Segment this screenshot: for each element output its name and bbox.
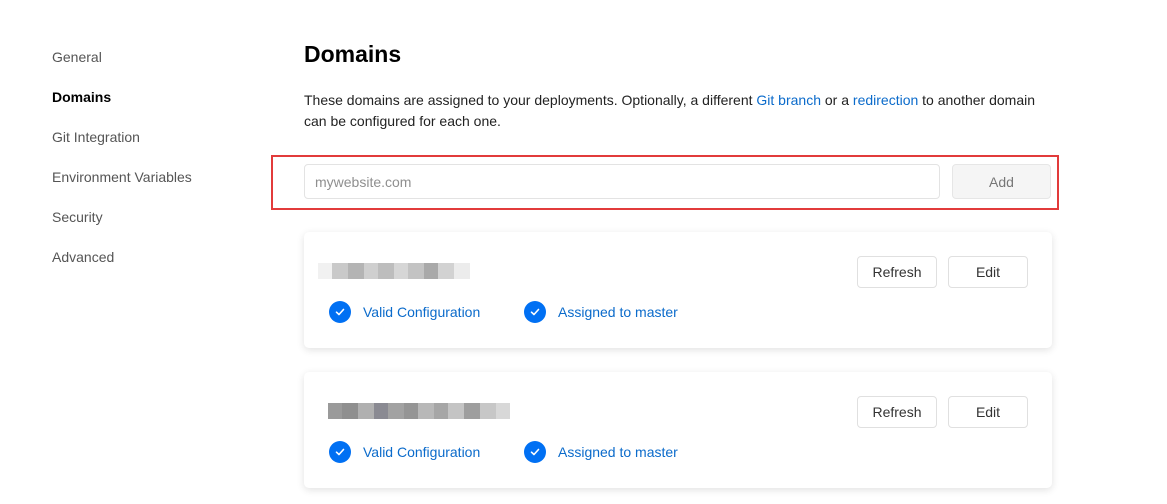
status-assigned-branch: Assigned to master [524, 441, 678, 463]
git-branch-link[interactable]: Git branch [756, 92, 821, 108]
sidebar-item-environment-variables[interactable]: Environment Variables [52, 166, 252, 206]
sidebar-item-general[interactable]: General [52, 46, 252, 86]
domain-card: Refresh Edit Valid Configuration Assigne… [304, 232, 1052, 348]
add-domain-button[interactable]: Add [952, 164, 1051, 199]
check-circle-icon [329, 441, 351, 463]
sidebar-item-domains[interactable]: Domains [52, 86, 252, 126]
settings-sidebar: General Domains Git Integration Environm… [52, 46, 252, 286]
domain-card: Refresh Edit Valid Configuration Assigne… [304, 372, 1052, 488]
status-valid-configuration: Valid Configuration [329, 441, 480, 463]
sidebar-item-git-integration[interactable]: Git Integration [52, 126, 252, 166]
status-assigned-branch: Assigned to master [524, 301, 678, 323]
status-label: Valid Configuration [363, 444, 481, 460]
status-label: Assigned to master [558, 444, 678, 460]
domain-input[interactable] [304, 164, 940, 199]
domain-name-redacted [318, 263, 470, 279]
status-label: Assigned to master [558, 304, 678, 320]
status-label: Valid Configuration [363, 304, 481, 320]
refresh-button[interactable]: Refresh [857, 396, 937, 428]
edit-button[interactable]: Edit [948, 396, 1028, 428]
page-title: Domains [304, 41, 402, 67]
sidebar-item-advanced[interactable]: Advanced [52, 246, 252, 286]
domains-description: These domains are assigned to your deplo… [304, 90, 1052, 132]
check-circle-icon [524, 441, 546, 463]
description-text-1: These domains are assigned to your deplo… [304, 92, 757, 108]
redirection-link[interactable]: redirection [853, 92, 918, 108]
edit-button[interactable]: Edit [948, 256, 1028, 288]
domain-name-redacted [328, 403, 510, 419]
sidebar-item-security[interactable]: Security [52, 206, 252, 246]
domains-section: Domains These domains are assigned to yo… [304, 38, 1064, 132]
check-circle-icon [524, 301, 546, 323]
status-valid-configuration: Valid Configuration [329, 301, 480, 323]
check-circle-icon [329, 301, 351, 323]
description-text-2: or a [821, 92, 853, 108]
refresh-button[interactable]: Refresh [857, 256, 937, 288]
